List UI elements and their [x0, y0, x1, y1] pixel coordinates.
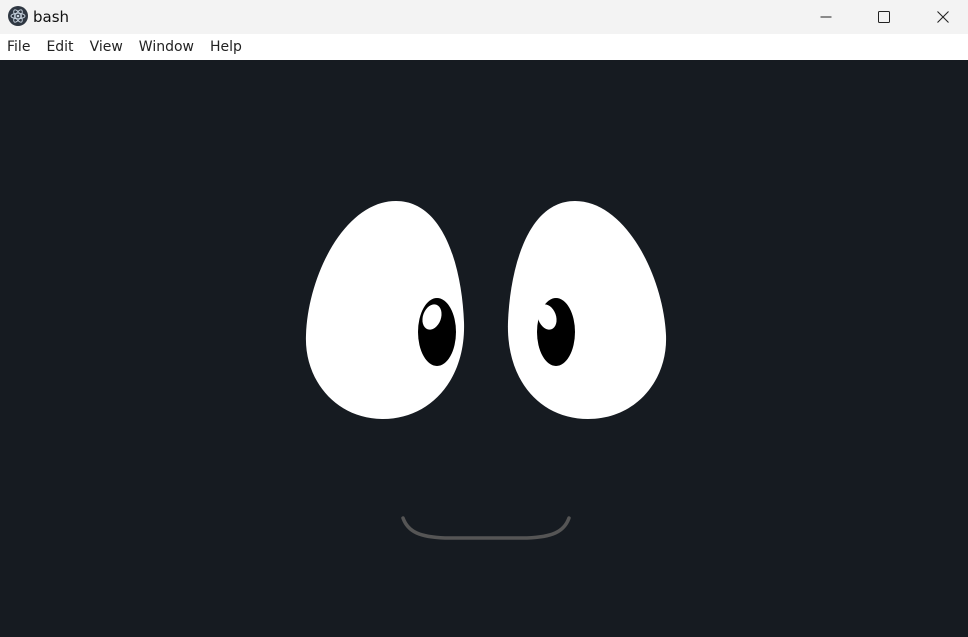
maximize-icon [878, 11, 890, 23]
menu-help[interactable]: Help [202, 34, 250, 60]
close-button[interactable] [914, 0, 968, 34]
maximize-button[interactable] [855, 0, 913, 34]
title-bar: bash [0, 0, 968, 34]
minimize-icon [820, 16, 832, 18]
menu-view[interactable]: View [82, 34, 131, 60]
cartoon-face [305, 201, 667, 540]
mouth [401, 516, 571, 540]
window-title: bash [33, 8, 70, 26]
menu-file[interactable]: File [0, 34, 38, 60]
menu-edit[interactable]: Edit [38, 34, 81, 60]
close-icon [937, 11, 949, 23]
menu-bar: File Edit View Window Help [0, 34, 968, 60]
menu-window[interactable]: Window [131, 34, 202, 60]
minimize-button[interactable] [797, 0, 855, 34]
app-content [0, 60, 968, 637]
right-eye [507, 201, 667, 419]
electron-icon [8, 6, 28, 26]
